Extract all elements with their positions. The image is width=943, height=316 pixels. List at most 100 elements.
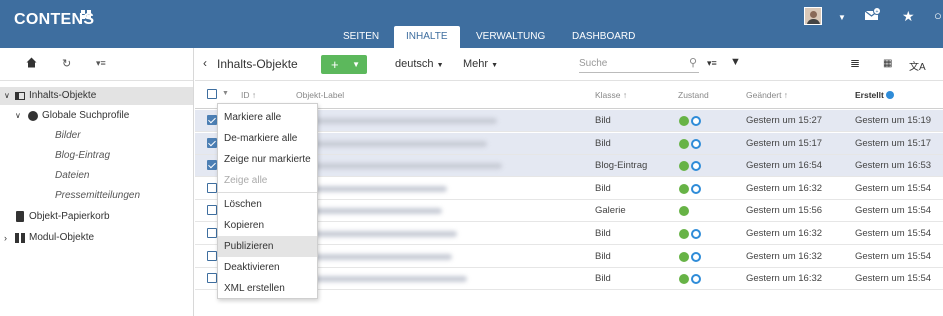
status-active-icon bbox=[691, 183, 701, 194]
tree-item-dateien[interactable]: Dateien bbox=[55, 167, 89, 185]
cell-label-redacted[interactable] bbox=[297, 208, 442, 215]
cell-erstellt: Gestern um 15:54 bbox=[855, 205, 932, 217]
cell-klasse: Bild bbox=[595, 115, 611, 126]
refresh-icon[interactable]: ↻ bbox=[62, 57, 71, 70]
home-icon[interactable] bbox=[26, 57, 37, 71]
cell-label-redacted[interactable] bbox=[297, 185, 447, 192]
add-button-label: + bbox=[331, 57, 339, 72]
column-objekt-label[interactable]: Objekt-Label bbox=[296, 90, 344, 100]
row-checkbox[interactable] bbox=[207, 160, 217, 171]
folder-icon bbox=[15, 92, 25, 100]
filter-sort-icon[interactable]: ▾≡ bbox=[96, 58, 106, 69]
column-erstellt-label: Erstellt bbox=[855, 90, 884, 100]
column-erstellt[interactable]: Erstellt bbox=[855, 90, 895, 100]
status-published-icon bbox=[679, 206, 689, 217]
cell-label-redacted[interactable] bbox=[297, 231, 457, 237]
chevron-down-icon[interactable]: ∨ bbox=[4, 87, 10, 105]
row-checkbox[interactable] bbox=[207, 228, 217, 238]
status-published-icon bbox=[679, 138, 689, 149]
translate-icon[interactable]: 文A bbox=[909, 58, 926, 73]
funnel-icon[interactable]: ▼ bbox=[730, 56, 741, 68]
caret-down-icon: ▼ bbox=[352, 60, 360, 69]
menu-item-publizieren[interactable]: Publizieren bbox=[218, 236, 317, 257]
tab-inhalte[interactable]: INHALTE bbox=[394, 26, 460, 48]
add-object-button[interactable]: + ▼ bbox=[321, 55, 367, 74]
menu-item-deaktivieren[interactable]: Deaktivieren bbox=[218, 257, 317, 278]
status-active-icon bbox=[691, 274, 701, 285]
cell-geaendert: Gestern um 15:27 bbox=[746, 115, 823, 126]
status-active-icon bbox=[691, 116, 701, 126]
chevron-right-icon[interactable]: › bbox=[4, 229, 7, 247]
tree-item-label: Modul-Objekte bbox=[29, 232, 95, 243]
tree-item-pressemitteilungen[interactable]: Pressemitteilungen bbox=[55, 187, 140, 205]
search-icon[interactable]: ○ bbox=[934, 7, 942, 25]
row-checkbox[interactable] bbox=[207, 182, 217, 193]
column-klasse[interactable]: Klasse ↑ bbox=[595, 90, 627, 100]
tree-item-label: Inhalts-Objekte bbox=[29, 90, 97, 101]
list-toolbar: ‹ Inhalts-Objekte + ▼ deutsch ▼ Mehr ▼ Su… bbox=[195, 48, 943, 81]
module-icon bbox=[15, 233, 25, 243]
menu-divider bbox=[218, 192, 317, 193]
tab-dashboard[interactable]: DASHBOARD bbox=[560, 26, 647, 48]
column-id[interactable]: ID ↑ bbox=[241, 90, 256, 100]
menu-item-kopieren[interactable]: Kopieren bbox=[218, 215, 317, 236]
filter-sort-icon[interactable]: ▾≡ bbox=[707, 58, 717, 69]
tree-item-blog-eintrag[interactable]: Blog-Eintrag bbox=[55, 147, 110, 165]
cell-label-redacted[interactable] bbox=[297, 163, 502, 170]
menu-item-loeschen[interactable]: Löschen bbox=[218, 194, 317, 215]
row-checkbox[interactable] bbox=[207, 250, 217, 261]
svg-text:+: + bbox=[876, 9, 879, 15]
cell-label-redacted[interactable] bbox=[297, 253, 452, 260]
back-chevron-icon[interactable]: ‹ bbox=[203, 56, 207, 70]
cell-erstellt: Gestern um 15:54 bbox=[855, 228, 932, 239]
tab-verwaltung[interactable]: VERWALTUNG bbox=[464, 26, 557, 48]
cell-klasse: Bild bbox=[595, 273, 611, 285]
row-checkbox[interactable] bbox=[207, 273, 217, 284]
tree-item-inhalts-objekte[interactable]: ∨ Inhalts-Objekte bbox=[0, 87, 193, 105]
row-checkbox[interactable] bbox=[207, 205, 217, 216]
chevron-down-icon[interactable]: ∨ bbox=[15, 107, 21, 125]
selection-dropdown-menu: Markiere alle De-markiere alle Zeige nur… bbox=[217, 103, 318, 299]
search-input[interactable]: Suche ⚲ bbox=[579, 56, 699, 73]
cell-label-redacted[interactable] bbox=[297, 276, 467, 283]
menu-item-de-markiere-alle[interactable]: De-markiere alle bbox=[218, 128, 317, 149]
cell-geaendert: Gestern um 16:32 bbox=[746, 182, 823, 194]
row-checkbox[interactable] bbox=[207, 137, 217, 148]
tree-item-bilder[interactable]: Bilder bbox=[55, 127, 81, 145]
cell-geaendert: Gestern um 16:32 bbox=[746, 250, 823, 262]
list-title: Inhalts-Objekte bbox=[217, 57, 298, 71]
messages-icon[interactable]: + bbox=[864, 7, 881, 25]
status-published-icon bbox=[679, 229, 689, 239]
grid-view-icon[interactable]: ▦ bbox=[883, 58, 892, 69]
cell-label-redacted[interactable] bbox=[297, 140, 487, 147]
tree-item-label: Globale Suchprofile bbox=[42, 110, 130, 121]
language-select[interactable]: deutsch ▼ bbox=[395, 58, 444, 70]
list-view-icon[interactable]: ≣ bbox=[850, 56, 860, 70]
sidebar-tree-panel: ↻ ▾≡ ∨ Inhalts-Objekte ∨ Globale Suchpro… bbox=[0, 48, 194, 316]
search-icon[interactable]: ⚲ bbox=[689, 56, 697, 71]
more-label: Mehr bbox=[463, 58, 489, 70]
column-zustand[interactable]: Zustand bbox=[678, 90, 709, 100]
status-active-icon bbox=[691, 229, 701, 239]
user-menu-caret-icon[interactable]: ▼ bbox=[838, 9, 846, 27]
caret-down-icon: ▼ bbox=[436, 62, 444, 69]
logo-grid-icon bbox=[81, 10, 92, 20]
user-avatar[interactable] bbox=[804, 7, 822, 25]
column-geaendert[interactable]: Geändert ↑ bbox=[746, 90, 788, 100]
select-all-checkbox[interactable] bbox=[207, 89, 217, 99]
cell-klasse: Bild bbox=[595, 228, 611, 239]
row-checkbox[interactable] bbox=[207, 115, 217, 125]
select-menu-caret-icon[interactable]: ▼ bbox=[222, 90, 229, 97]
cell-erstellt: Gestern um 16:53 bbox=[855, 160, 932, 172]
cell-geaendert: Gestern um 16:54 bbox=[746, 160, 823, 172]
cell-erstellt: Gestern um 15:54 bbox=[855, 273, 932, 285]
menu-item-markiere-alle[interactable]: Markiere alle bbox=[218, 107, 317, 128]
menu-item-zeige-nur-markierte[interactable]: Zeige nur markierte bbox=[218, 149, 317, 170]
more-dropdown[interactable]: Mehr ▼ bbox=[463, 58, 498, 70]
cell-label-redacted[interactable] bbox=[297, 118, 497, 124]
cell-klasse: Blog-Eintrag bbox=[595, 160, 648, 172]
cell-geaendert: Gestern um 16:32 bbox=[746, 228, 823, 239]
menu-item-xml-erstellen[interactable]: XML erstellen bbox=[218, 278, 317, 299]
star-icon[interactable]: ★ bbox=[902, 7, 915, 25]
tab-seiten[interactable]: SEITEN bbox=[331, 26, 391, 48]
